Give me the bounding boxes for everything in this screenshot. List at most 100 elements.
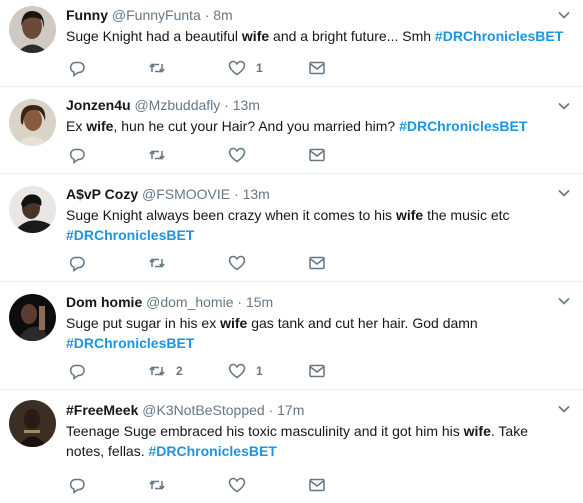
text-segment: and a bright future... Smh (269, 28, 435, 44)
like-button[interactable] (228, 476, 308, 494)
retweet-button[interactable] (148, 146, 228, 164)
tweet-actions (68, 253, 388, 273)
avatar[interactable] (9, 400, 56, 447)
tweet-header: A$vP Cozy @FSMOOVIE · 13m (66, 185, 565, 203)
timestamp[interactable]: 17m (277, 402, 304, 418)
avatar[interactable] (9, 186, 56, 233)
envelope-icon (309, 364, 325, 378)
reply-button[interactable] (68, 59, 148, 77)
user-handle[interactable]: @dom_homie (146, 294, 233, 310)
highlighted-keyword: wife (241, 28, 270, 44)
tweet-text: Suge put sugar in his ex wife gas tank a… (66, 313, 566, 353)
chevron-down-icon[interactable] (557, 402, 571, 416)
retweet-icon (149, 258, 165, 268)
tweet-text: Suge Knight had a beautiful wife and a b… (66, 26, 566, 46)
reply-button[interactable] (68, 254, 148, 272)
heart-icon (228, 477, 246, 493)
direct-message-button[interactable] (308, 146, 388, 164)
like-count: 1 (256, 364, 263, 378)
user-handle[interactable]: @FunnyFunta (112, 7, 201, 23)
like-button[interactable]: 1 (228, 59, 308, 77)
direct-message-button[interactable] (308, 476, 388, 494)
direct-message-button[interactable] (308, 362, 388, 380)
display-name[interactable]: Funny (66, 7, 108, 23)
timestamp[interactable]: 8m (213, 7, 232, 23)
tweet[interactable]: Funny @FunnyFunta · 8m Suge Knight had a… (0, 0, 583, 87)
envelope-icon (309, 148, 325, 162)
tweet[interactable]: A$vP Cozy @FSMOOVIE · 13m Suge Knight al… (0, 174, 583, 282)
tweet-actions: 2 1 (68, 361, 388, 381)
text-segment: gas tank and cut her hair. God damn (247, 315, 478, 331)
retweet-button[interactable]: 2 (148, 362, 228, 380)
separator-dot: · (234, 186, 239, 202)
envelope-icon (309, 61, 325, 75)
tweet-actions (68, 475, 388, 495)
hashtag-link[interactable]: #DRChroniclesBET (435, 28, 563, 44)
reply-button[interactable] (68, 146, 148, 164)
heart-icon (228, 60, 246, 76)
separator-dot: · (237, 294, 243, 310)
tweet[interactable]: Dom homie @dom_homie · 15m Suge put suga… (0, 282, 583, 390)
hashtag-link[interactable]: #DRChroniclesBET (66, 335, 194, 351)
avatar[interactable] (9, 6, 56, 53)
retweet-icon (149, 366, 165, 376)
separator-dot: · (224, 97, 229, 113)
chevron-down-icon[interactable] (557, 99, 571, 113)
hashtag-link[interactable]: #DRChroniclesBET (399, 118, 527, 134)
user-handle[interactable]: @FSMOOVIE (142, 186, 230, 202)
reply-button[interactable] (68, 362, 148, 380)
timestamp[interactable]: 15m (246, 294, 273, 310)
direct-message-button[interactable] (308, 59, 388, 77)
display-name[interactable]: Dom homie (66, 294, 142, 310)
reply-icon (69, 478, 85, 494)
chevron-down-icon[interactable] (557, 186, 571, 200)
like-button[interactable] (228, 146, 308, 164)
tweet-text: Suge Knight always been crazy when it co… (66, 205, 566, 245)
text-segment: Teenage Suge embraced his toxic masculin… (66, 423, 464, 439)
display-name[interactable]: A$vP Cozy (66, 186, 138, 202)
like-count: 1 (256, 61, 263, 75)
retweet-icon (149, 63, 165, 73)
user-handle[interactable]: @K3NotBeStopped (142, 402, 264, 418)
separator-dot: · (204, 7, 210, 23)
heart-icon (228, 255, 246, 271)
envelope-icon (309, 478, 325, 492)
reply-icon (69, 256, 85, 272)
tweet[interactable]: #FreeMeek @K3NotBeStopped · 17m Teenage … (0, 390, 583, 503)
text-segment: Suge Knight always been crazy when it co… (66, 207, 396, 223)
text-segment: the music etc (423, 207, 510, 223)
tweet-text: Teenage Suge embraced his toxic masculin… (66, 421, 566, 461)
retweet-button[interactable] (148, 476, 228, 494)
retweet-icon (149, 480, 165, 490)
separator-dot: · (268, 402, 274, 418)
like-button[interactable] (228, 254, 308, 272)
reply-button[interactable] (68, 476, 148, 494)
heart-icon (228, 147, 246, 163)
tweet-header: Funny @FunnyFunta · 8m (66, 6, 565, 24)
display-name[interactable]: Jonzen4u (66, 97, 131, 113)
chevron-down-icon[interactable] (557, 294, 571, 308)
avatar[interactable] (9, 294, 56, 341)
tweet-timeline: Funny @FunnyFunta · 8m Suge Knight had a… (0, 0, 583, 503)
hashtag-link[interactable]: #DRChroniclesBET (149, 443, 277, 459)
text-segment: Ex (66, 118, 87, 134)
like-button[interactable]: 1 (228, 362, 308, 380)
display-name[interactable]: #FreeMeek (66, 402, 138, 418)
reply-icon (69, 364, 85, 380)
user-handle[interactable]: @Mzbuddafly (134, 97, 220, 113)
direct-message-button[interactable] (308, 254, 388, 272)
tweet[interactable]: Jonzen4u @Mzbuddafly · 13m Ex wife, hun … (0, 87, 583, 174)
avatar[interactable] (9, 99, 56, 146)
timestamp[interactable]: 13m (243, 186, 270, 202)
timestamp[interactable]: 13m (233, 97, 260, 113)
reply-icon (69, 148, 85, 164)
highlighted-keyword: wife (463, 423, 491, 439)
retweet-button[interactable] (148, 254, 228, 272)
hashtag-link[interactable]: #DRChroniclesBET (66, 227, 194, 243)
retweet-button[interactable] (148, 59, 228, 77)
retweet-icon (149, 150, 165, 160)
retweet-count: 2 (176, 364, 183, 378)
tweet-header: Dom homie @dom_homie · 15m (66, 293, 565, 311)
tweet-actions (68, 145, 388, 165)
chevron-down-icon[interactable] (557, 8, 571, 22)
